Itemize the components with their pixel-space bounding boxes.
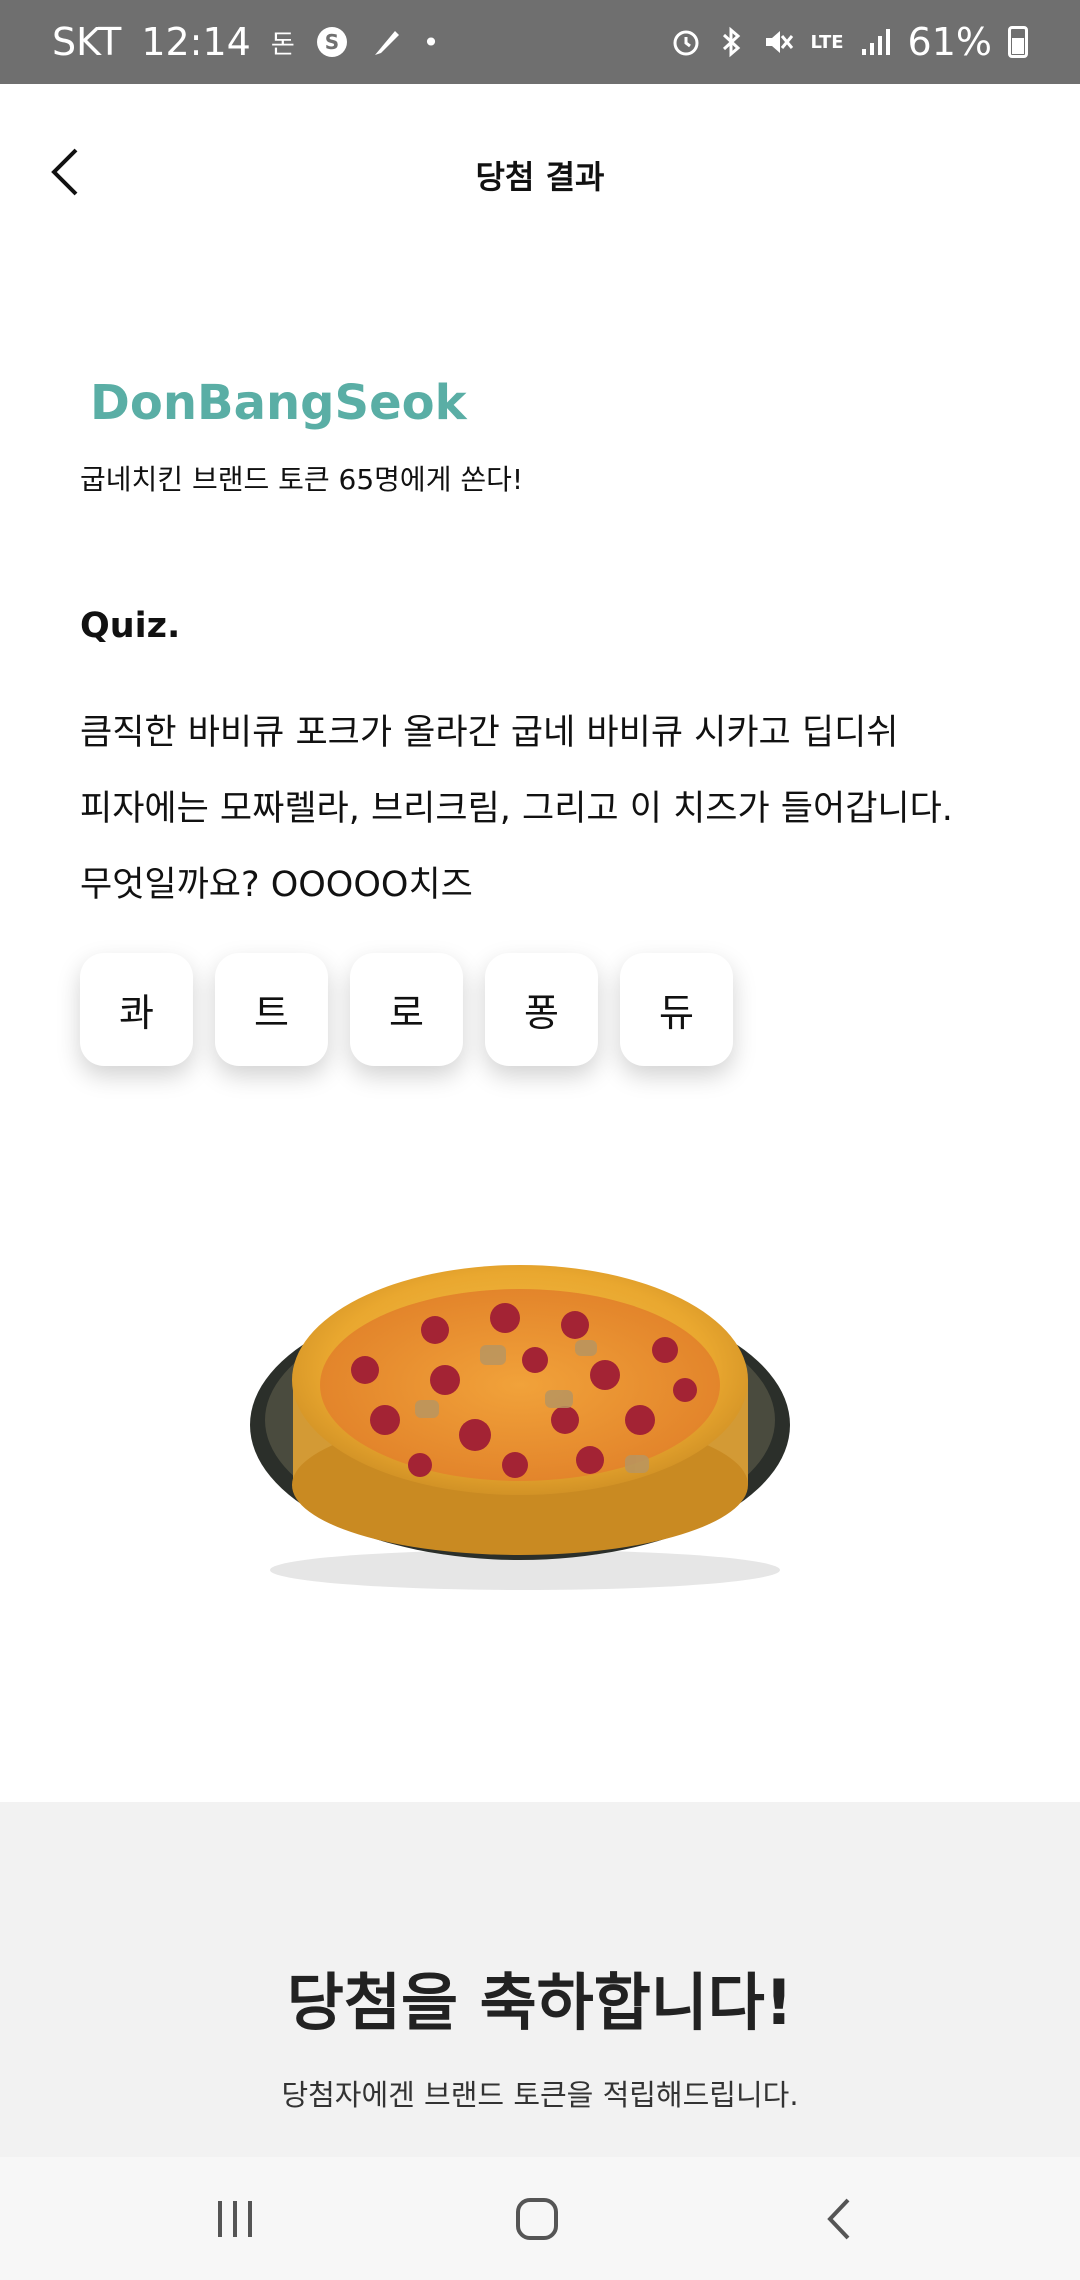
choice-button[interactable]: 콰 xyxy=(80,953,193,1066)
home-button[interactable] xyxy=(497,2189,577,2249)
clock: 12:14 xyxy=(141,20,251,64)
quiz-question-line: 무엇일까요? OOOOO치즈 xyxy=(80,865,473,905)
nav-back-button[interactable] xyxy=(800,2189,880,2249)
quiz-question-line: 피자에는 모짜렐라, 브리크림, 그리고 이 치즈가 들어갑니다. xyxy=(80,789,953,829)
brand-logo: DonBangSeok xyxy=(90,375,467,431)
alarm-icon xyxy=(670,26,702,58)
status-bar: SKT 12:14 돈 S • LTE 61% xyxy=(0,0,1080,84)
result-section: 당첨을 축하합니다! 당첨자에겐 브랜드 토큰을 적립해드립니다. xyxy=(0,1802,1080,2157)
app-header: 당첨 결과 xyxy=(0,84,1080,270)
page-title: 당첨 결과 xyxy=(475,158,605,196)
notification-dot: • xyxy=(422,25,440,59)
recents-button[interactable] xyxy=(195,2189,275,2249)
system-nav-bar xyxy=(0,2157,1080,2280)
choice-button[interactable]: 듀 xyxy=(620,953,733,1066)
notification-text: 돈 xyxy=(270,29,295,60)
result-title: 당첨을 축하합니다! xyxy=(286,1966,794,2039)
choice-button[interactable]: 로 xyxy=(350,953,463,1066)
back-icon xyxy=(827,2198,850,2240)
answer-choices: 콰 트 로 퐁 듀 xyxy=(80,953,733,1066)
bluetooth-icon xyxy=(718,26,746,58)
choice-button[interactable]: 트 xyxy=(215,953,328,1066)
lte-icon: LTE xyxy=(810,31,844,53)
svg-text:S: S xyxy=(325,30,339,54)
carrier: SKT xyxy=(52,20,122,64)
battery-icon xyxy=(1008,26,1028,58)
event-subtitle: 굽네치킨 브랜드 토큰 65명에게 쏜다! xyxy=(80,463,524,496)
recents-icon xyxy=(218,2201,252,2237)
signal-icon xyxy=(860,27,892,57)
result-subtitle: 당첨자에겐 브랜드 토큰을 적립해드립니다. xyxy=(281,2078,799,2112)
quiz-question: 큼직한 바비큐 포크가 올라간 굽네 바비큐 시카고 딥디쉬 피자에는 모짜렐라… xyxy=(80,695,1020,923)
mute-icon xyxy=(762,26,794,58)
battery-percent: 61% xyxy=(907,20,992,64)
pizza-image xyxy=(245,1230,805,1610)
s-icon: S xyxy=(315,25,349,59)
quiz-question-line: 큼직한 바비큐 포크가 올라간 굽네 바비큐 시카고 딥디쉬 xyxy=(80,713,899,753)
feather-icon xyxy=(369,25,403,59)
home-icon xyxy=(516,2198,558,2240)
choice-button[interactable]: 퐁 xyxy=(485,953,598,1066)
quiz-label: Quiz. xyxy=(80,606,181,646)
